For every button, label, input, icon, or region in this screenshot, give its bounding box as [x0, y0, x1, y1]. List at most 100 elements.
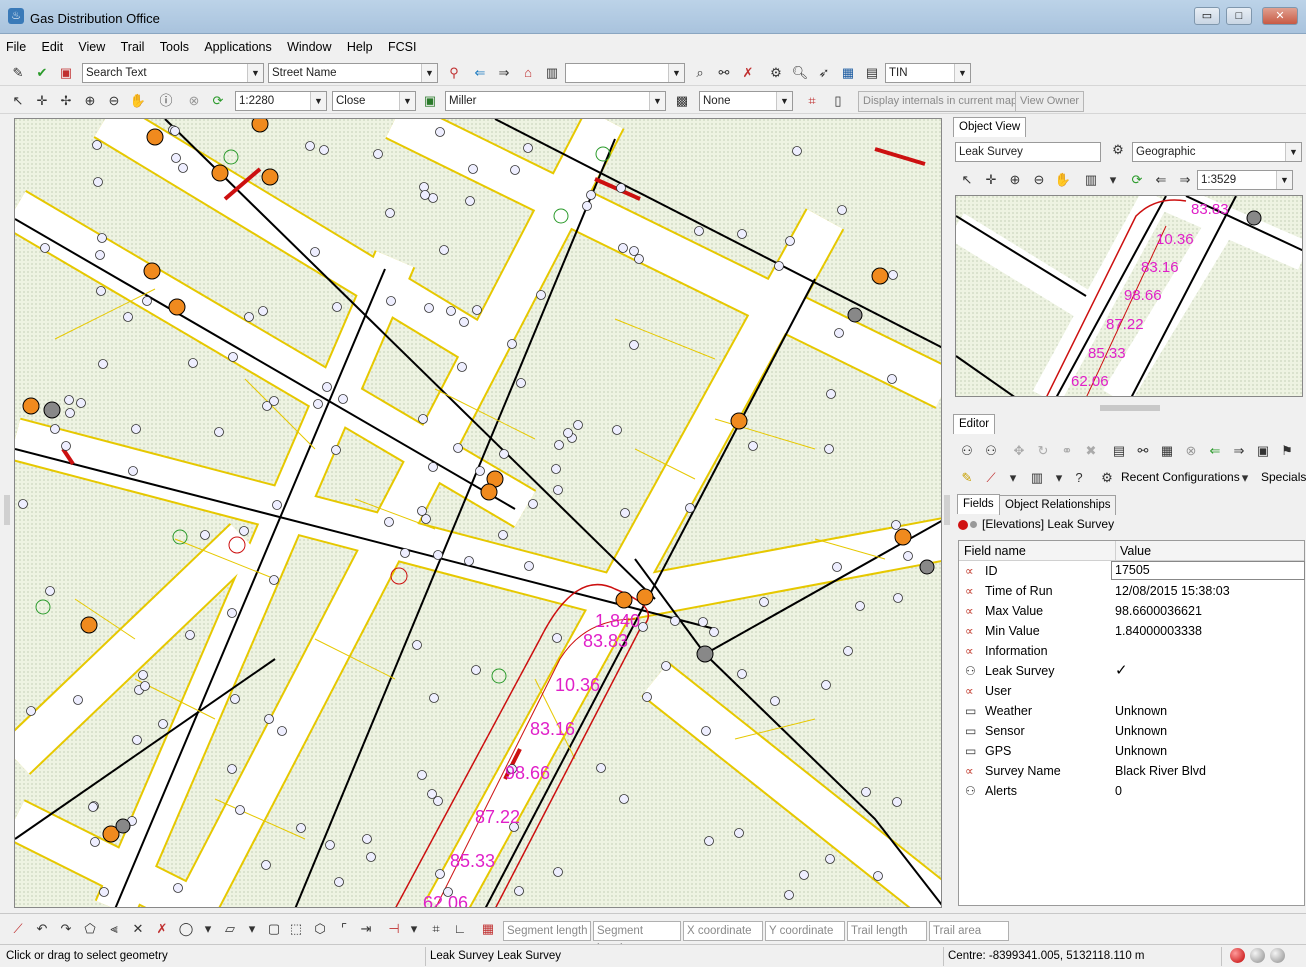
- meter-icon[interactable]: [428, 462, 438, 472]
- meter-icon[interactable]: [421, 514, 431, 524]
- meter-icon[interactable]: [893, 593, 903, 603]
- meter-icon[interactable]: [661, 661, 671, 671]
- leak-survey-checkbox[interactable]: ✓: [1115, 661, 1128, 681]
- image-icon[interactable]: ▤: [862, 63, 882, 83]
- crosshair-icon[interactable]: ✛: [981, 170, 1001, 190]
- meter-icon[interactable]: [825, 854, 835, 864]
- tools-icon[interactable]: ⚙: [766, 63, 786, 83]
- attribute-icon[interactable]: ⚑: [1277, 441, 1297, 461]
- menu-view[interactable]: View: [72, 36, 111, 54]
- meter-icon[interactable]: [694, 226, 704, 236]
- meter-icon[interactable]: [471, 665, 481, 675]
- recent-configurations-button[interactable]: Recent Configurations: [1121, 470, 1240, 484]
- display-internals-button[interactable]: Display internals in current map: [858, 91, 1023, 112]
- meter-icon[interactable]: [435, 127, 445, 137]
- meter-icon[interactable]: [514, 886, 524, 896]
- meter-icon[interactable]: [892, 797, 902, 807]
- meter-icon[interactable]: [612, 425, 622, 435]
- id-input[interactable]: 17505: [1111, 561, 1305, 580]
- delete-icon[interactable]: ✖: [1081, 441, 1101, 461]
- meter-icon[interactable]: [642, 692, 652, 702]
- layers-icon[interactable]: ▥: [1081, 170, 1101, 190]
- meter-icon[interactable]: [45, 586, 55, 596]
- meter-icon[interactable]: [616, 183, 626, 193]
- meter-icon[interactable]: [873, 871, 883, 881]
- menu-file[interactable]: File: [0, 36, 32, 54]
- meter-icon[interactable]: [596, 763, 606, 773]
- town-combo[interactable]: Miller ▼: [445, 91, 666, 111]
- maximize-button[interactable]: □: [1226, 7, 1252, 25]
- meter-icon[interactable]: [826, 389, 836, 399]
- meter-icon[interactable]: [158, 719, 168, 729]
- meter-icon[interactable]: [26, 706, 36, 716]
- left-splitter[interactable]: [4, 495, 10, 525]
- edit-object-icon[interactable]: ⚇: [957, 441, 977, 461]
- meter-icon[interactable]: [634, 254, 644, 264]
- zoom-in-icon[interactable]: ⊕: [1005, 170, 1025, 190]
- meter-icon[interactable]: [554, 440, 564, 450]
- chevron-down-icon[interactable]: ▾: [242, 919, 262, 939]
- meter-icon[interactable]: [261, 860, 271, 870]
- meter-icon[interactable]: [417, 770, 427, 780]
- projection-combo[interactable]: Geographic ▼: [1132, 142, 1302, 162]
- meter-icon[interactable]: [629, 246, 639, 256]
- meter-icon[interactable]: [734, 828, 744, 838]
- meter-icon[interactable]: [214, 427, 224, 437]
- meter-icon[interactable]: [524, 561, 534, 571]
- meter-icon[interactable]: [296, 823, 306, 833]
- meter-icon[interactable]: [244, 312, 254, 322]
- chevron-down-icon[interactable]: ▾: [1049, 468, 1069, 488]
- area-icon[interactable]: ▢: [264, 919, 284, 939]
- street-name-combo[interactable]: Street Name ▼: [268, 63, 438, 83]
- meter-icon[interactable]: [325, 840, 335, 850]
- meter-icon[interactable]: [200, 530, 210, 540]
- field-row[interactable]: ⚇ Alerts 0: [959, 781, 1304, 801]
- segment-bearing-field[interactable]: Segment bearing: [593, 921, 681, 955]
- field-row[interactable]: ∝ Time of Run 12/08/2015 15:38:03: [959, 581, 1304, 601]
- meter-icon[interactable]: [95, 250, 105, 260]
- meter-icon[interactable]: [792, 146, 802, 156]
- specials-button[interactable]: Specials: [1261, 470, 1306, 484]
- pencil-icon[interactable]: ✎: [8, 63, 28, 83]
- check-icon[interactable]: ✔: [32, 63, 52, 83]
- field-row[interactable]: ⚇ Leak Survey ✓: [959, 661, 1304, 681]
- none-combo[interactable]: None ▼: [699, 91, 793, 111]
- zoom-out-icon[interactable]: ⊖: [104, 91, 124, 111]
- chevron-down-icon[interactable]: ▾: [1235, 468, 1255, 488]
- table-icon[interactable]: ▦: [1157, 441, 1177, 461]
- forward-arrow-icon[interactable]: ⇒: [1229, 441, 1249, 461]
- offset-icon[interactable]: ⬡: [310, 919, 330, 939]
- tab-fields[interactable]: Fields: [957, 494, 1000, 514]
- address-combo[interactable]: ▼: [565, 63, 685, 83]
- redo-icon[interactable]: ↷: [56, 919, 76, 939]
- chevron-down-icon[interactable]: ▾: [1003, 468, 1023, 488]
- info-icon[interactable]: ⓘ: [156, 91, 176, 111]
- grid-snap-icon[interactable]: ⌗: [426, 919, 446, 939]
- meter-icon[interactable]: [128, 466, 138, 476]
- meter-icon[interactable]: [620, 508, 630, 518]
- measure-icon[interactable]: ⊣: [384, 919, 404, 939]
- meter-icon[interactable]: [888, 270, 898, 280]
- field-row[interactable]: ∝ ID 17505: [959, 561, 1305, 581]
- polygon-icon[interactable]: ⬠: [80, 919, 100, 939]
- meter-icon[interactable]: [887, 374, 897, 384]
- meter-icon[interactable]: [338, 394, 348, 404]
- meter-icon[interactable]: [123, 312, 133, 322]
- meter-icon[interactable]: [61, 441, 71, 451]
- trail-area-field[interactable]: Trail area: [929, 921, 1009, 941]
- layer-icon[interactable]: ▣: [420, 91, 440, 111]
- meter-icon[interactable]: [386, 296, 396, 306]
- meter-icon[interactable]: [65, 408, 75, 418]
- menu-edit[interactable]: Edit: [36, 36, 70, 54]
- menu-fcsi[interactable]: FCSI: [382, 36, 422, 54]
- meter-icon[interactable]: [235, 805, 245, 815]
- field-row[interactable]: ∝ User: [959, 681, 1304, 701]
- meter-icon[interactable]: [258, 306, 268, 316]
- magnifier-icon[interactable]: 🔍︎: [790, 63, 810, 83]
- trail-length-field[interactable]: Trail length: [847, 921, 927, 941]
- meter-icon[interactable]: [73, 695, 83, 705]
- menu-help[interactable]: Help: [341, 36, 379, 54]
- view-owner-button[interactable]: View Owner: [1015, 91, 1085, 112]
- meter-icon[interactable]: [435, 869, 445, 879]
- meter-icon[interactable]: [373, 149, 383, 159]
